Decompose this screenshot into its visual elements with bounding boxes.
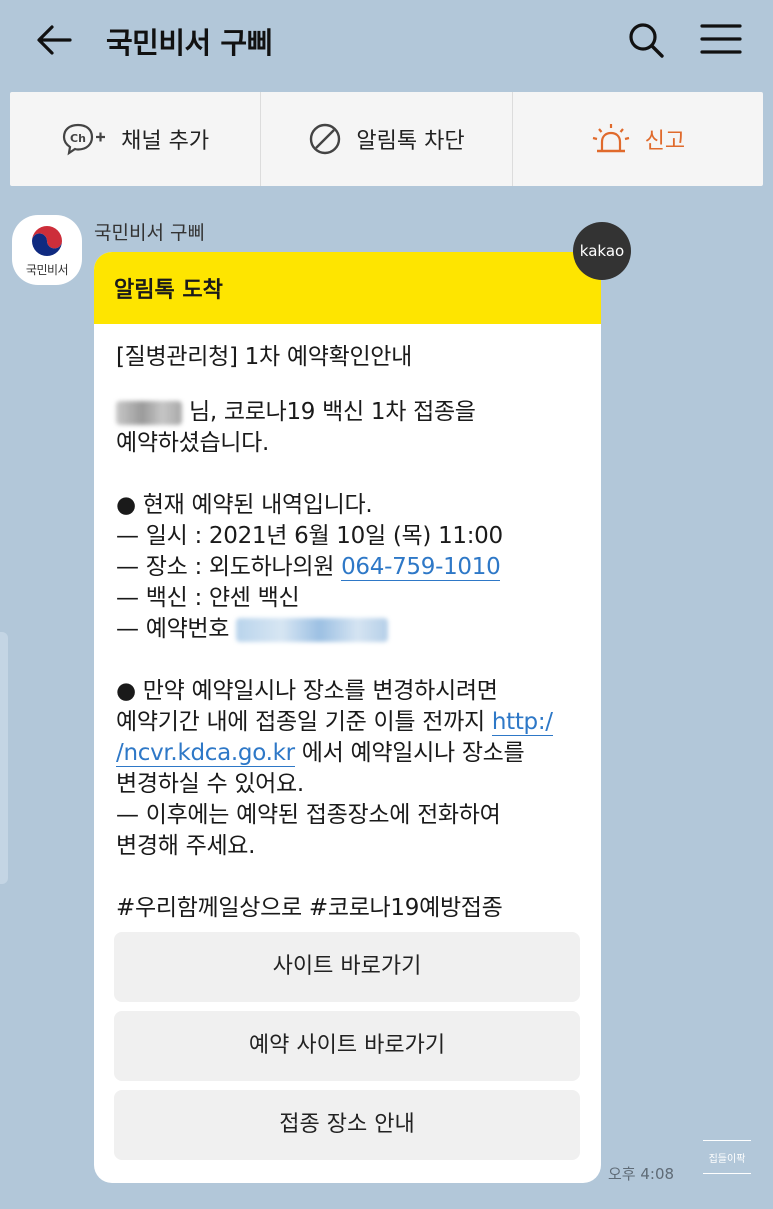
place-phone-link[interactable]: 064-759-1010 — [341, 554, 501, 581]
vaccination-place-button[interactable]: 접종 장소 안내 — [114, 1090, 580, 1160]
site-link-button[interactable]: 사이트 바로가기 — [114, 932, 580, 1002]
after-line-1: — 이후에는 예약된 접종장소에 전화하여 — [116, 802, 501, 828]
svg-text:Ch: Ch — [70, 132, 86, 145]
redacted-name — [116, 400, 182, 425]
sender-avatar[interactable]: 국민비서 — [12, 215, 82, 285]
arrow-left-icon — [37, 25, 72, 55]
greeting-line-2: 예약하셨습니다. — [116, 430, 270, 456]
report-button[interactable]: 신고 — [511, 92, 763, 186]
alimtalk-message-bubble: 알림톡 도착 [질병관리청] 1차 예약확인안내 님, 코로나19 백신 1차 … — [94, 252, 601, 1183]
taegeuk-logo-icon — [32, 225, 62, 256]
detail-reservation-number: — 예약번호 — [116, 614, 581, 645]
report-label: 신고 — [644, 129, 686, 154]
detail-place: — 장소 : 외도하나의원 064-759-1010 — [116, 554, 501, 581]
avatar-label: 국민비서 — [25, 262, 69, 277]
message-buttons: 사이트 바로가기 예약 사이트 바로가기 접종 장소 안내 — [114, 932, 580, 1169]
chat-title: 국민비서 구삐 — [106, 26, 273, 60]
hashtags: #우리함께일상으로 #코로나19예방접종 — [116, 895, 503, 921]
change-line-3: /ncvr.kdca.go.kr 에서 예약일시나 장소를 — [116, 740, 525, 767]
search-button[interactable] — [626, 20, 666, 60]
search-icon — [629, 23, 664, 58]
menu-button[interactable] — [700, 22, 742, 56]
message-time: 오후 4:08 — [608, 1165, 675, 1183]
message-body: [질병관리청] 1차 예약확인안내 님, 코로나19 백신 1차 접종을 예약하… — [94, 324, 601, 924]
kdca-link-part1[interactable]: http:/ — [491, 709, 553, 736]
top-bar: 국민비서 구삐 — [0, 0, 773, 82]
channel-plus-icon: Ch — [63, 123, 106, 156]
kdca-link-part2[interactable]: /ncvr.kdca.go.kr — [116, 740, 295, 767]
block-icon — [310, 123, 341, 155]
hamburger-icon — [700, 24, 742, 54]
channel-action-strip: Ch 채널 추가 알림톡 차단 신고 — [10, 92, 763, 186]
redacted-reservation-number — [236, 617, 389, 642]
reservation-site-button[interactable]: 예약 사이트 바로가기 — [114, 1011, 580, 1081]
block-alimtalk-label: 알림톡 차단 — [356, 129, 465, 154]
greeting-line: 님, 코로나19 백신 1차 접종을 — [116, 397, 581, 428]
message-subject: [질병관리청] 1차 예약확인안내 — [116, 344, 413, 370]
change-line-2: 예약기간 내에 접종일 기준 이틀 전까지 http:/ — [116, 709, 553, 736]
side-edge-handle[interactable] — [0, 632, 8, 884]
after-line-2: 변경해 주세요. — [116, 833, 256, 859]
siren-icon — [592, 124, 629, 153]
add-channel-label: 채널 추가 — [121, 129, 210, 154]
change-line-4: 변경하실 수 있어요. — [116, 771, 304, 797]
detail-datetime: — 일시 : 2021년 6월 10일 (목) 11:00 — [116, 523, 503, 549]
add-channel-button[interactable]: Ch 채널 추가 — [10, 92, 260, 186]
back-button[interactable] — [34, 22, 74, 58]
message-header: 알림톡 도착 — [94, 252, 601, 324]
change-line-1: ● 만약 예약일시나 장소를 변경하시려면 — [116, 678, 498, 704]
sender-name: 국민비서 구삐 — [94, 222, 205, 244]
watermark: 집들이팍 — [703, 1140, 751, 1174]
detail-vaccine: — 백신 : 얀센 백신 — [116, 585, 300, 611]
kakao-badge: kakao — [573, 222, 631, 280]
details-title: ● 현재 예약된 내역입니다. — [116, 492, 373, 518]
block-alimtalk-button[interactable]: 알림톡 차단 — [260, 92, 511, 186]
